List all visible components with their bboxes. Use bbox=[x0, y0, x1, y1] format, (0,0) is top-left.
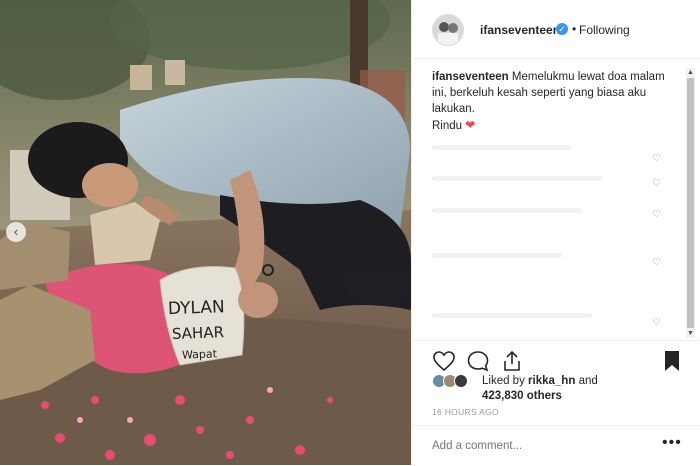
liked-and: and bbox=[578, 375, 598, 387]
liked-by-summary: Liked by rikka_hn and 423,830 others bbox=[432, 372, 682, 402]
post-sidebar: ifanseventeen ✓ • Following ifanseventee… bbox=[411, 0, 700, 465]
share-icon[interactable] bbox=[500, 349, 524, 373]
post-username[interactable]: ifanseventeen bbox=[480, 23, 560, 37]
liked-by-text: Liked by rikka_hn and 423,830 others bbox=[482, 374, 598, 404]
carousel-prev-button[interactable]: ‹ bbox=[6, 222, 26, 242]
comment-bubble-icon[interactable] bbox=[466, 349, 490, 373]
blurred-comment bbox=[432, 145, 572, 150]
blurred-comment bbox=[432, 176, 602, 181]
blurred-comment bbox=[432, 253, 562, 258]
grave-photo-illustration: DYLAN SAHAR Wapat bbox=[0, 0, 411, 465]
blurred-comment bbox=[432, 208, 582, 213]
bookmark-icon[interactable] bbox=[660, 349, 684, 373]
caption-username[interactable]: ifanseventeen bbox=[432, 71, 509, 83]
avatar-image bbox=[433, 15, 463, 45]
comments-section[interactable]: ifanseventeen Memelukmu lewat doa malam … bbox=[412, 58, 700, 340]
post-header: ifanseventeen ✓ • Following bbox=[412, 0, 700, 59]
more-options-button[interactable]: ••• bbox=[662, 434, 682, 452]
liked-count[interactable]: 423,830 others bbox=[482, 390, 562, 402]
headstone-text-surname: SAHAR bbox=[172, 323, 225, 343]
add-comment-bar: ••• bbox=[412, 425, 700, 466]
post-timestamp[interactable]: 16 HOURS AGO bbox=[432, 407, 499, 417]
caption-line-2: Rindu bbox=[432, 120, 463, 132]
scroll-up-arrow-icon[interactable]: ▲ bbox=[686, 68, 695, 77]
headstone-text-date: Wapat bbox=[182, 347, 218, 361]
red-heart-emoji-icon: ❤ bbox=[465, 118, 476, 132]
like-heart-icon[interactable] bbox=[432, 349, 456, 373]
comment-like-icon[interactable]: ♡ bbox=[652, 154, 663, 164]
header-separator: • bbox=[572, 22, 577, 36]
liker-avatar[interactable] bbox=[454, 374, 468, 388]
comment-like-icon[interactable]: ♡ bbox=[652, 258, 663, 268]
following-button[interactable]: Following bbox=[579, 23, 630, 37]
headstone-text-name: DYLAN bbox=[168, 297, 225, 319]
verified-check-icon: ✓ bbox=[556, 23, 568, 35]
liked-prefix: Liked by bbox=[482, 375, 525, 387]
comments-scrollbar[interactable]: ▲ ▼ bbox=[686, 68, 695, 338]
instagram-post: DYLAN SAHAR Wapat ‹ ifanseventeen ✓ • Fo… bbox=[0, 0, 700, 465]
post-caption: ifanseventeen Memelukmu lewat doa malam … bbox=[432, 69, 672, 134]
scrollbar-thumb[interactable] bbox=[687, 78, 694, 328]
comment-like-icon[interactable]: ♡ bbox=[652, 210, 663, 220]
comment-like-icon[interactable]: ♡ bbox=[652, 318, 663, 328]
blurred-comment bbox=[432, 313, 592, 318]
avatar[interactable] bbox=[432, 14, 464, 46]
scroll-down-arrow-icon[interactable]: ▼ bbox=[686, 329, 695, 338]
comment-input[interactable] bbox=[432, 438, 632, 454]
post-photo[interactable]: DYLAN SAHAR Wapat ‹ bbox=[0, 0, 411, 465]
liked-user[interactable]: rikka_hn bbox=[528, 375, 575, 387]
comment-like-icon[interactable]: ♡ bbox=[652, 179, 663, 189]
